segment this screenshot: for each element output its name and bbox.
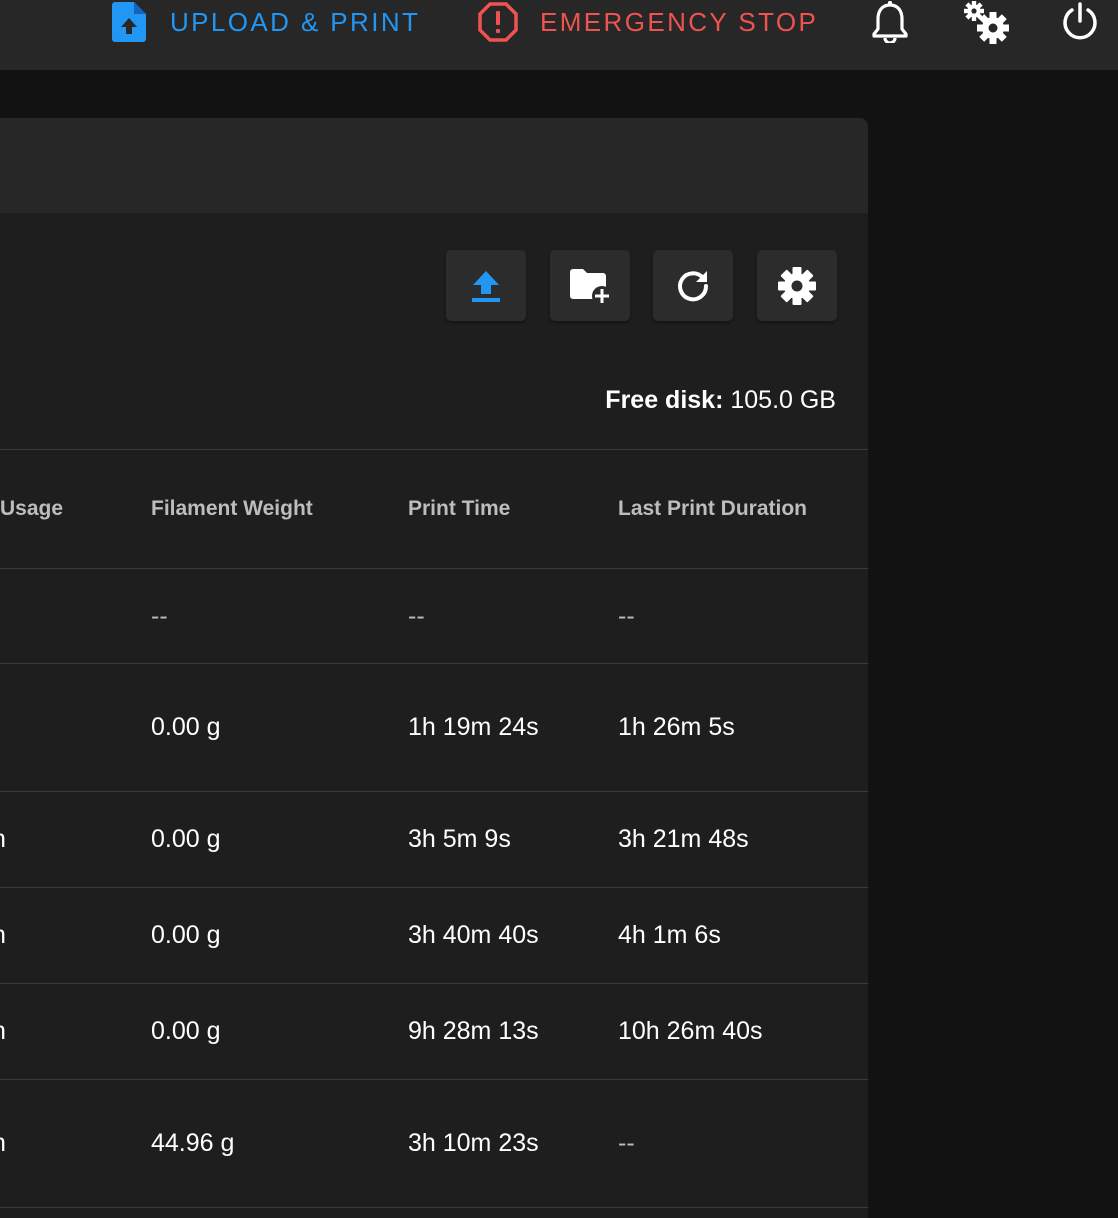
cell-usage: n [0, 984, 132, 1079]
table-row[interactable]: n 0.00 g 9h 28m 13s 10h 26m 40s [0, 984, 868, 1080]
upload-print-label: UPLOAD & PRINT [170, 6, 421, 37]
cell-filament-weight: 0.00 g [151, 1017, 221, 1045]
column-header-last-print-duration[interactable]: Last Print Duration [618, 450, 807, 568]
cell-filament-weight: 44.96 g [151, 1129, 235, 1157]
table-header-row: Usage Filament Weight Print Time Last Pr… [0, 450, 868, 569]
power-button[interactable] [1058, 0, 1102, 44]
table-row[interactable]: n 44.96 g 3h 10m 23s -- [0, 1080, 868, 1208]
cell-last-print-duration: 1h 26m 5s [618, 713, 735, 741]
upload-print-button[interactable]: UPLOAD & PRINT [112, 0, 420, 44]
alert-octagon-icon [478, 2, 518, 42]
cell-usage [0, 569, 140, 663]
column-header-filament-weight[interactable]: Filament Weight [151, 450, 313, 568]
column-header-print-time[interactable]: Print Time [408, 450, 510, 568]
cell-filament-weight: 0.00 g [151, 713, 221, 741]
new-folder-button[interactable] [550, 250, 630, 321]
gear-icon [778, 266, 816, 305]
table-row[interactable]: 0.00 g 1h 19m 24s 1h 26m 5s [0, 664, 868, 792]
cell-last-print-duration: -- [618, 1129, 635, 1157]
cell-usage: n [0, 792, 132, 887]
cell-print-time: -- [408, 601, 425, 630]
app-bar: UPLOAD & PRINT EMERGENCY STOP [0, 0, 1118, 70]
cell-last-print-duration: 3h 21m 48s [618, 825, 749, 853]
emergency-stop-button[interactable]: EMERGENCY STOP [478, 0, 818, 44]
cell-print-time: 3h 40m 40s [408, 921, 539, 949]
free-disk-indicator: Free disk: 105.0 GB [605, 386, 836, 415]
refresh-icon [678, 270, 709, 301]
settings-button[interactable] [962, 0, 1010, 44]
cell-print-time: 9h 28m 13s [408, 1017, 539, 1045]
cell-last-print-duration: -- [618, 601, 635, 630]
emergency-stop-label: EMERGENCY STOP [540, 6, 819, 37]
file-table: Usage Filament Weight Print Time Last Pr… [0, 449, 868, 1208]
column-header-usage[interactable]: Usage [0, 450, 140, 568]
file-upload-icon [112, 2, 146, 42]
cell-print-time: 3h 10m 23s [408, 1129, 539, 1157]
cogs-icon [964, 1, 1009, 44]
cell-filament-weight: 0.00 g [151, 921, 221, 949]
cell-print-time: 1h 19m 24s [408, 713, 539, 741]
free-disk-label: Free disk: [605, 386, 724, 414]
power-icon [1063, 2, 1097, 40]
free-disk-value: 105.0 GB [730, 386, 836, 414]
folder-plus-icon [570, 268, 612, 306]
table-row[interactable]: -- -- -- [0, 569, 868, 664]
cell-print-time: 3h 5m 9s [408, 825, 511, 853]
cell-usage: n [0, 1080, 132, 1207]
browser-settings-button[interactable] [757, 250, 837, 321]
cell-last-print-duration: 10h 26m 40s [618, 1017, 763, 1045]
cell-filament-weight: 0.00 g [151, 825, 221, 853]
upload-file-button[interactable] [446, 250, 526, 321]
file-browser-card: Free disk: 105.0 GB Usage Filament Weigh… [0, 118, 868, 1218]
cell-filament-weight: -- [151, 601, 168, 630]
table-row[interactable]: n 0.00 g 3h 5m 9s 3h 21m 48s [0, 792, 868, 888]
upload-icon [472, 270, 500, 302]
cell-last-print-duration: 4h 1m 6s [618, 921, 721, 949]
notifications-button[interactable] [868, 0, 912, 44]
bell-icon [872, 1, 908, 43]
card-header [0, 118, 868, 213]
table-row[interactable]: n 0.00 g 3h 40m 40s 4h 1m 6s [0, 888, 868, 984]
cell-usage: n [0, 888, 132, 983]
refresh-button[interactable] [653, 250, 733, 321]
cell-usage [0, 664, 140, 791]
